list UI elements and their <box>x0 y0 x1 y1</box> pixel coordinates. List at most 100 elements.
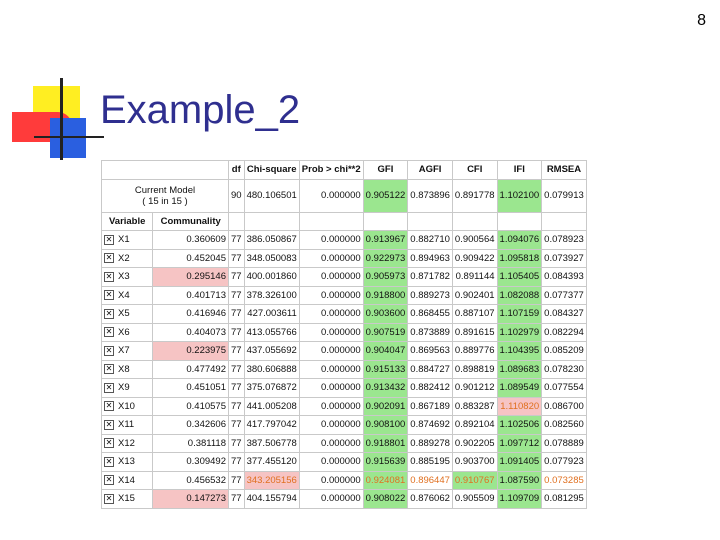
variable-cell[interactable]: ✕ X8 <box>100 359 154 379</box>
agfi-cell: 0.885195 <box>407 452 453 472</box>
variable-label: X15 <box>118 493 135 505</box>
subheader-blank <box>496 211 543 231</box>
variable-label: X9 <box>118 382 130 394</box>
cfi-cell: 0.902401 <box>451 285 498 305</box>
variable-checkbox[interactable]: ✕ <box>104 308 114 319</box>
variable-cell[interactable]: ✕ X10 <box>100 396 154 416</box>
cfi-cell: 0.900564 <box>451 230 498 250</box>
variable-cell[interactable]: ✕ X15 <box>100 489 154 509</box>
variable-checkbox[interactable]: ✕ <box>104 382 114 393</box>
prob-cell: 0.000000 <box>298 304 364 324</box>
variable-cell[interactable]: ✕ X5 <box>100 304 154 324</box>
prob-cell: 0.000000 <box>298 452 364 472</box>
variable-cell[interactable]: ✕ X3 <box>100 267 154 287</box>
variable-checkbox[interactable]: ✕ <box>104 345 114 356</box>
table-row: ✕ X6 0.404073 77 413.055766 0.000000 0.907519 0… <box>100 322 587 342</box>
communality-cell: 0.381118 <box>152 433 229 453</box>
variable-cell[interactable]: ✕ X4 <box>100 285 154 305</box>
variable-checkbox[interactable]: ✕ <box>104 419 114 430</box>
rmsea-cell: 0.077923 <box>541 452 587 472</box>
header-variable: Variable <box>100 211 154 231</box>
variable-checkbox[interactable]: ✕ <box>104 327 114 338</box>
df-cell: 77 <box>228 396 245 416</box>
variable-checkbox[interactable]: ✕ <box>104 290 114 301</box>
variable-cell[interactable]: ✕ X2 <box>100 248 154 268</box>
agfi-cell: 0.871782 <box>407 267 453 287</box>
ifi-cell: 1.097712 <box>496 433 543 453</box>
ifi-cell: 1.082088 <box>496 285 543 305</box>
rmsea-cell: 0.077554 <box>541 378 587 398</box>
agfi-cell: 0.874692 <box>407 415 453 435</box>
table-row: ✕ X5 0.416946 77 427.003611 0.000000 0.903600 0… <box>100 304 587 324</box>
communality-cell: 0.410575 <box>152 396 229 416</box>
subheader-blank <box>362 211 409 231</box>
subheader-blank <box>451 211 498 231</box>
variable-checkbox[interactable]: ✕ <box>104 475 114 486</box>
cfi-cell: 0.910767 <box>451 470 498 490</box>
chi-square-cell: 417.797042 <box>243 415 300 435</box>
prob-cell: 0.000000 <box>298 433 364 453</box>
gfi-cell: 0.918800 <box>362 285 409 305</box>
current-model-label-line2: ( 15 in 15 ) <box>142 195 188 207</box>
cfi-cell: 0.909422 <box>451 248 498 268</box>
variable-cell[interactable]: ✕ X1 <box>100 230 154 250</box>
prob-cell: 0.000000 <box>298 359 364 379</box>
df-cell: 77 <box>228 470 245 490</box>
table-row: ✕ X9 0.451051 77 375.076872 0.000000 0.913432 0… <box>100 378 587 398</box>
communality-cell: 0.477492 <box>152 359 229 379</box>
rmsea-cell: 0.082560 <box>541 415 587 435</box>
variable-cell[interactable]: ✕ X6 <box>100 322 154 342</box>
gfi-cell: 0.908100 <box>362 415 409 435</box>
gfi-cell: 0.908022 <box>362 489 409 509</box>
df-cell: 77 <box>228 489 245 509</box>
variable-checkbox[interactable]: ✕ <box>104 438 114 449</box>
ifi-cell: 1.102506 <box>496 415 543 435</box>
rmsea-cell: 0.082294 <box>541 322 587 342</box>
communality-cell: 0.223975 <box>152 341 229 361</box>
prob-cell: 0.000000 <box>298 322 364 342</box>
current-model-agfi: 0.873896 <box>407 178 453 213</box>
variable-checkbox[interactable]: ✕ <box>104 401 114 412</box>
variable-label: X6 <box>118 326 130 338</box>
chi-square-cell: 413.055766 <box>243 322 300 342</box>
df-cell: 77 <box>228 433 245 453</box>
subheader-blank <box>541 211 587 231</box>
current-model-rmsea: 0.079913 <box>541 178 587 213</box>
table-row: ✕ X2 0.452045 77 348.050083 0.000000 0.922973 0… <box>100 248 587 268</box>
header-rmsea: RMSEA <box>541 160 587 180</box>
current-model-ifi: 1.102100 <box>496 178 543 213</box>
chi-square-cell: 377.455120 <box>243 452 300 472</box>
cfi-cell: 0.887107 <box>451 304 498 324</box>
variable-cell[interactable]: ✕ X13 <box>100 452 154 472</box>
cfi-cell: 0.883287 <box>451 396 498 416</box>
variable-checkbox[interactable]: ✕ <box>104 234 114 245</box>
variable-checkbox[interactable]: ✕ <box>104 271 114 282</box>
communality-cell: 0.309492 <box>152 452 229 472</box>
agfi-cell: 0.867189 <box>407 396 453 416</box>
variable-checkbox[interactable]: ✕ <box>104 364 114 375</box>
variable-checkbox[interactable]: ✕ <box>104 493 114 504</box>
variable-label: X3 <box>118 271 130 283</box>
rmsea-cell: 0.078923 <box>541 230 587 250</box>
cfi-cell: 0.889776 <box>451 341 498 361</box>
table-row: ✕ X12 0.381118 77 387.506778 0.000000 0.918801… <box>100 433 587 453</box>
variable-checkbox[interactable]: ✕ <box>104 456 114 467</box>
chi-square-cell: 427.003611 <box>243 304 300 324</box>
df-cell: 77 <box>228 359 245 379</box>
variable-cell[interactable]: ✕ X7 <box>100 341 154 361</box>
ifi-cell: 1.110820 <box>496 396 543 416</box>
variable-cell[interactable]: ✕ X12 <box>100 433 154 453</box>
rmsea-cell: 0.081295 <box>541 489 587 509</box>
rmsea-cell: 0.073285 <box>541 470 587 490</box>
variable-cell[interactable]: ✕ X11 <box>100 415 154 435</box>
gfi-cell: 0.913432 <box>362 378 409 398</box>
model-fit-table: df Chi-square Prob > chi**2 GFI AGFI CFI… <box>100 160 587 509</box>
variable-label: X13 <box>118 456 135 468</box>
variable-checkbox[interactable]: ✕ <box>104 253 114 264</box>
variable-cell[interactable]: ✕ X14 <box>100 470 154 490</box>
agfi-cell: 0.889278 <box>407 433 453 453</box>
header-df: df <box>228 160 245 180</box>
variable-cell[interactable]: ✕ X9 <box>100 378 154 398</box>
agfi-cell: 0.882412 <box>407 378 453 398</box>
prob-cell: 0.000000 <box>298 415 364 435</box>
